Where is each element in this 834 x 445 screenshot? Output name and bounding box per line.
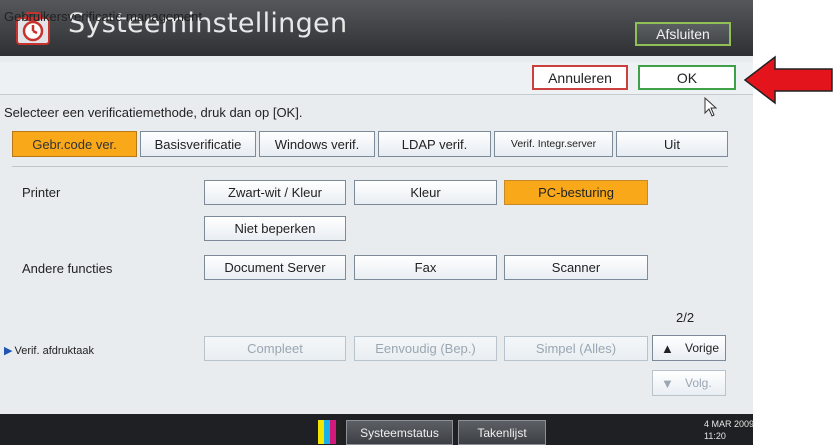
red-arrow-icon bbox=[743, 55, 833, 105]
page-indicator: 2/2 bbox=[676, 310, 695, 325]
date-text: 4 MAR 2009 bbox=[704, 419, 755, 429]
triangle-right-icon: ▶ bbox=[4, 345, 13, 357]
printer-option-pc-control[interactable]: PC-besturing bbox=[504, 180, 648, 205]
previous-page-label: Vorige bbox=[685, 341, 720, 355]
system-status-button[interactable]: Systeemstatus bbox=[346, 420, 453, 445]
other-functions-label: Andere functies bbox=[22, 261, 113, 276]
triangle-up-icon: ▲ bbox=[661, 340, 674, 356]
instruction-text: Selecteer een verificatiemethode, druk d… bbox=[4, 105, 303, 120]
ok-button[interactable]: OK bbox=[638, 65, 736, 90]
print-job-option-complete[interactable]: Compleet bbox=[204, 336, 346, 361]
printer-option-bw-color[interactable]: Zwart-wit / Kleur bbox=[204, 180, 346, 205]
function-scanner[interactable]: Scanner bbox=[504, 255, 648, 280]
cancel-button[interactable]: Annuleren bbox=[532, 65, 628, 90]
function-fax[interactable]: Fax bbox=[354, 255, 497, 280]
page-title: Gebruikersverificatie management bbox=[4, 9, 202, 24]
next-page-button[interactable]: ▼ Volg. bbox=[652, 370, 726, 396]
mouse-cursor-icon bbox=[704, 97, 718, 117]
next-page-label: Volg. bbox=[685, 376, 712, 390]
method-integration-server[interactable]: Verif. Integr.server bbox=[494, 131, 613, 157]
print-job-option-simple-all[interactable]: Simpel (Alles) bbox=[504, 336, 648, 361]
method-windows[interactable]: Windows verif. bbox=[259, 131, 375, 157]
triangle-down-icon: ▼ bbox=[661, 375, 674, 391]
method-ldap[interactable]: LDAP verif. bbox=[378, 131, 491, 157]
method-off[interactable]: Uit bbox=[616, 131, 728, 157]
print-job-option-simple-limited[interactable]: Eenvoudig (Bep.) bbox=[354, 336, 497, 361]
date-time-display: 4 MAR 2009 11:20 bbox=[704, 418, 754, 442]
exit-button[interactable]: Afsluiten bbox=[635, 22, 731, 46]
print-job-verification-text: Verif. afdruktaak bbox=[14, 344, 94, 357]
job-list-button[interactable]: Takenlijst bbox=[458, 420, 546, 445]
printer-option-color[interactable]: Kleur bbox=[354, 180, 497, 205]
previous-page-button[interactable]: ▲ Vorige bbox=[652, 335, 726, 361]
toner-status-icon bbox=[318, 420, 342, 444]
printer-label: Printer bbox=[22, 185, 61, 200]
method-basic[interactable]: Basisverificatie bbox=[140, 131, 256, 157]
print-job-verification-label: ▶ Verif. afdruktaak bbox=[4, 344, 94, 358]
printer-option-no-limit[interactable]: Niet beperken bbox=[204, 216, 346, 241]
function-document-server[interactable]: Document Server bbox=[204, 255, 346, 280]
divider bbox=[12, 166, 728, 167]
method-user-code[interactable]: Gebr.code ver. bbox=[12, 131, 137, 157]
time-text: 11:20 bbox=[704, 431, 726, 441]
